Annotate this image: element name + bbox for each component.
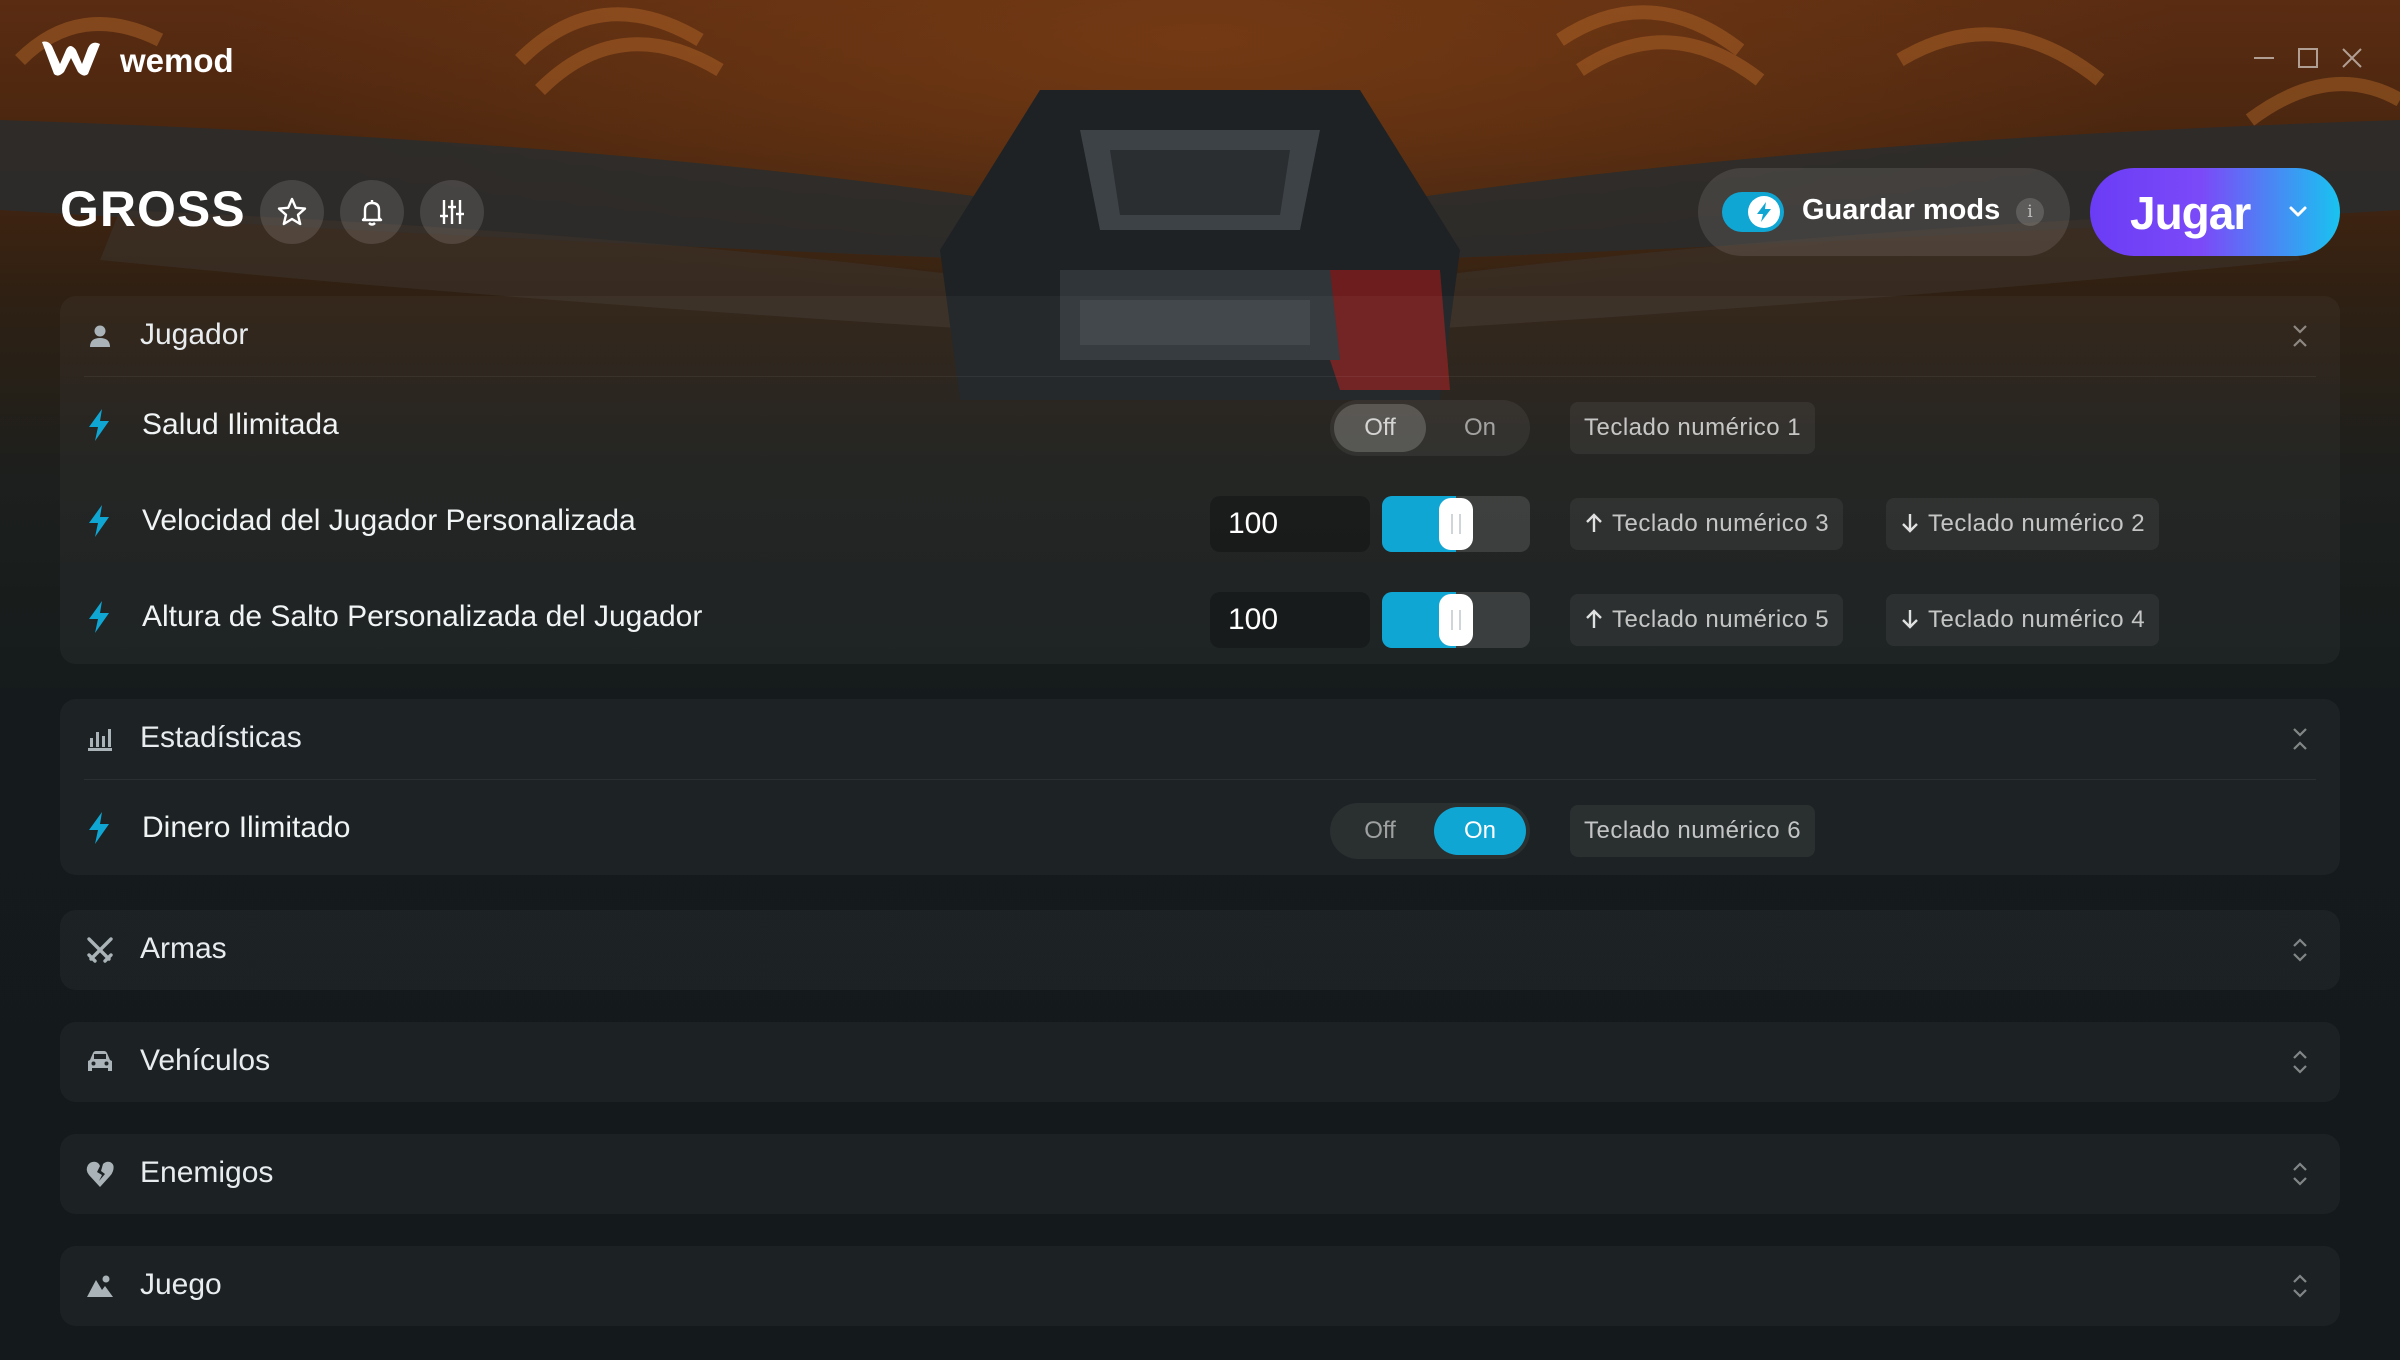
mod-label: Dinero Ilimitado [142,811,351,844]
expand-icon[interactable] [2286,1268,2314,1304]
hotkey-label: Teclado numérico 2 [1928,510,2146,537]
bar-chart-icon [84,723,116,755]
section-enemies[interactable]: Enemigos [60,1134,2340,1214]
maximize-icon[interactable] [2294,44,2322,72]
toggle-on-option[interactable]: On [1434,404,1526,452]
hotkey-increase-badge[interactable]: Teclado numérico 3 [1570,498,1844,550]
car-icon [84,1046,116,1078]
section-player: Jugador Salud Ilimitada Off On Teclado n… [60,296,2340,664]
title-bar: wemod [0,0,2400,120]
collapse-icon[interactable] [2286,721,2314,757]
section-weapons[interactable]: Armas [60,910,2340,990]
arrow-down-icon [1902,514,1918,533]
expand-icon[interactable] [2286,1044,2314,1080]
hotkey-decrease-badge[interactable]: Teclado numérico 4 [1886,594,2160,646]
landscape-icon [84,1270,116,1302]
save-mods-label: Guardar mods [1802,194,2001,226]
section-title: Enemigos [140,1156,274,1189]
brand-name: wemod [120,42,234,79]
favorite-button[interactable] [260,180,324,244]
section-title: Jugador [140,318,249,351]
section-vehicles[interactable]: Vehículos [60,1022,2340,1102]
mod-row-unlimited-money: Dinero Ilimitado Off On Teclado numérico… [60,781,2340,877]
crossed-swords-icon [84,934,116,966]
collapse-icon[interactable] [2286,318,2314,354]
expand-icon[interactable] [2286,932,2314,968]
person-icon [84,320,116,352]
game-settings-button[interactable] [420,180,484,244]
save-mods-toggle-knob [1748,196,1780,228]
save-mods-control: Guardar mods i [1698,168,2070,256]
divider [84,376,2316,377]
toggle-off-option[interactable]: Off [1334,807,1426,855]
section-title: Juego [140,1268,222,1301]
save-mods-toggle[interactable] [1722,192,1784,232]
jump-height-input[interactable]: 100 [1210,592,1370,648]
wemod-logo-icon [42,41,100,76]
slider-thumb[interactable] [1439,498,1473,550]
arrow-up-icon [1586,513,1602,532]
chevron-down-icon[interactable] [2284,198,2312,226]
bell-icon [361,200,383,226]
section-game[interactable]: Juego [60,1246,2340,1326]
mod-label: Salud Ilimitada [142,408,339,441]
play-label: Jugar [2130,187,2251,239]
section-title: Vehículos [140,1044,271,1077]
section-title: Armas [140,932,227,965]
slider-thumb[interactable] [1439,594,1473,646]
hotkey-badge[interactable]: Teclado numérico 1 [1570,402,1816,454]
bolt-icon [1757,202,1771,222]
toggle-on-option[interactable]: On [1434,807,1526,855]
player-speed-slider[interactable] [1382,496,1530,552]
unlimited-health-toggle[interactable]: Off On [1330,400,1530,456]
close-icon[interactable] [2338,44,2366,72]
mod-row-unlimited-health: Salud Ilimitada Off On Teclado numérico … [60,378,2340,474]
play-button[interactable]: Jugar [2090,168,2340,256]
star-icon [277,197,307,226]
bolt-icon [89,601,109,633]
hotkey-increase-badge[interactable]: Teclado numérico 5 [1570,594,1844,646]
hotkey-badge[interactable]: Teclado numérico 6 [1570,805,1816,857]
bolt-icon [89,505,109,537]
sliders-icon [440,200,464,224]
game-title: GROSS [60,181,246,237]
jump-height-slider[interactable] [1382,592,1530,648]
unlimited-money-toggle[interactable]: Off On [1330,803,1530,859]
expand-icon[interactable] [2286,1156,2314,1192]
arrow-up-icon [1586,609,1602,628]
hotkey-decrease-badge[interactable]: Teclado numérico 2 [1886,498,2160,550]
hotkey-label: Teclado numérico 5 [1612,606,1830,633]
broken-heart-icon [84,1158,116,1190]
hotkey-label: Teclado numérico 3 [1612,510,1830,537]
bolt-icon [89,409,109,441]
section-title: Estadísticas [140,721,302,754]
notifications-button[interactable] [340,180,404,244]
section-stats-header[interactable]: Estadísticas [60,699,2340,779]
mod-row-player-speed: Velocidad del Jugador Personalizada 100 … [60,474,2340,570]
mod-label: Velocidad del Jugador Personalizada [142,504,636,537]
arrow-down-icon [1902,610,1918,629]
mod-row-jump-height: Altura de Salto Personalizada del Jugado… [60,570,2340,666]
bolt-icon [89,812,109,844]
toggle-off-option[interactable]: Off [1334,404,1426,452]
info-icon[interactable]: i [2016,198,2044,226]
section-player-header[interactable]: Jugador [60,296,2340,376]
player-speed-input[interactable]: 100 [1210,496,1370,552]
divider [84,779,2316,780]
minimize-icon[interactable] [2250,44,2278,72]
mod-label: Altura de Salto Personalizada del Jugado… [142,600,703,633]
section-stats: Estadísticas Dinero Ilimitado Off On Tec… [60,699,2340,875]
hotkey-label: Teclado numérico 4 [1928,606,2146,633]
